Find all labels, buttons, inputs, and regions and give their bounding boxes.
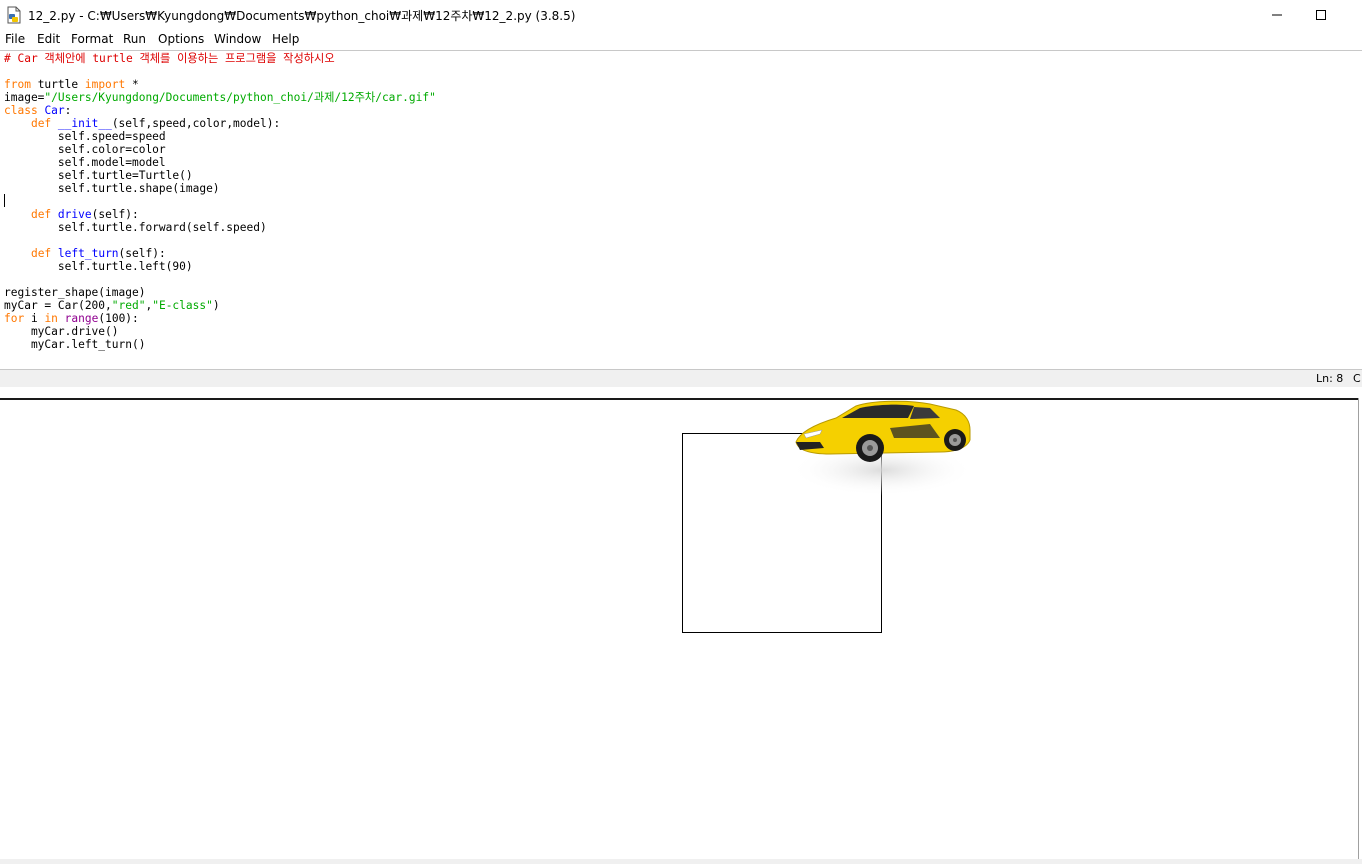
title-bar: 12_2.py - C:₩Users₩Kyungdong₩Documents₩p… <box>0 0 1362 30</box>
code-line: def drive(self): <box>30 208 139 221</box>
code-line: class Car: <box>4 104 72 117</box>
python-file-icon <box>7 6 21 24</box>
code-editor[interactable]: # Car 객체안에 turtle 객체를 이용하는 프로그램을 작성하시오 fr… <box>0 51 1362 369</box>
canvas-border-right <box>1358 398 1359 860</box>
code-line: def left_turn(self): <box>30 247 166 260</box>
code-line: def __init__(self,speed,color,model): <box>30 117 281 130</box>
status-column: C <box>1353 372 1361 385</box>
maximize-icon <box>1316 10 1326 20</box>
code-line: self.turtle.shape(image) <box>4 182 220 195</box>
menu-edit[interactable]: Edit <box>37 32 60 46</box>
code-line: register_shape(image) <box>4 286 146 299</box>
code-line: myCar.drive() <box>4 325 119 338</box>
yellow-car-turtle-image <box>790 400 974 496</box>
code-line: myCar.left_turn() <box>4 338 146 351</box>
menu-bar: File Edit Format Run Options Window Help <box>0 30 1362 51</box>
menu-options[interactable]: Options <box>158 32 204 46</box>
code-line: for i in range(100): <box>4 312 139 325</box>
text-cursor <box>4 194 5 207</box>
code-line: self.color=color <box>4 143 166 156</box>
canvas-border-top <box>0 398 1358 400</box>
minimize-button[interactable] <box>1254 0 1300 30</box>
minimize-icon <box>1272 14 1282 16</box>
window-title: 12_2.py - C:₩Users₩Kyungdong₩Documents₩p… <box>28 9 576 23</box>
canvas-bottom-edge <box>0 859 1362 864</box>
menu-format[interactable]: Format <box>71 32 113 46</box>
code-line: self.model=model <box>4 156 166 169</box>
code-line: self.turtle.left(90) <box>4 260 193 273</box>
window-gap <box>0 387 1362 398</box>
menu-help[interactable]: Help <box>272 32 299 46</box>
menu-run[interactable]: Run <box>123 32 146 46</box>
status-line-number: Ln: 8 <box>1316 372 1344 385</box>
code-line: myCar = Car(200,"red","E-class") <box>4 299 220 312</box>
menu-file[interactable]: File <box>5 32 25 46</box>
turtle-graphics-canvas[interactable] <box>0 398 1362 864</box>
menu-window[interactable]: Window <box>214 32 261 46</box>
code-line: self.turtle.forward(self.speed) <box>4 221 267 234</box>
maximize-button[interactable] <box>1298 0 1344 30</box>
code-line: from turtle import * <box>4 78 139 91</box>
status-bar: Ln: 8 C <box>0 369 1362 388</box>
code-line: self.turtle=Turtle() <box>4 169 193 182</box>
code-line: image="/Users/Kyungdong/Documents/python… <box>4 91 436 104</box>
code-line: self.speed=speed <box>4 130 166 143</box>
code-line: # Car 객체안에 turtle 객체를 이용하는 프로그램을 작성하시오 <box>4 52 335 65</box>
